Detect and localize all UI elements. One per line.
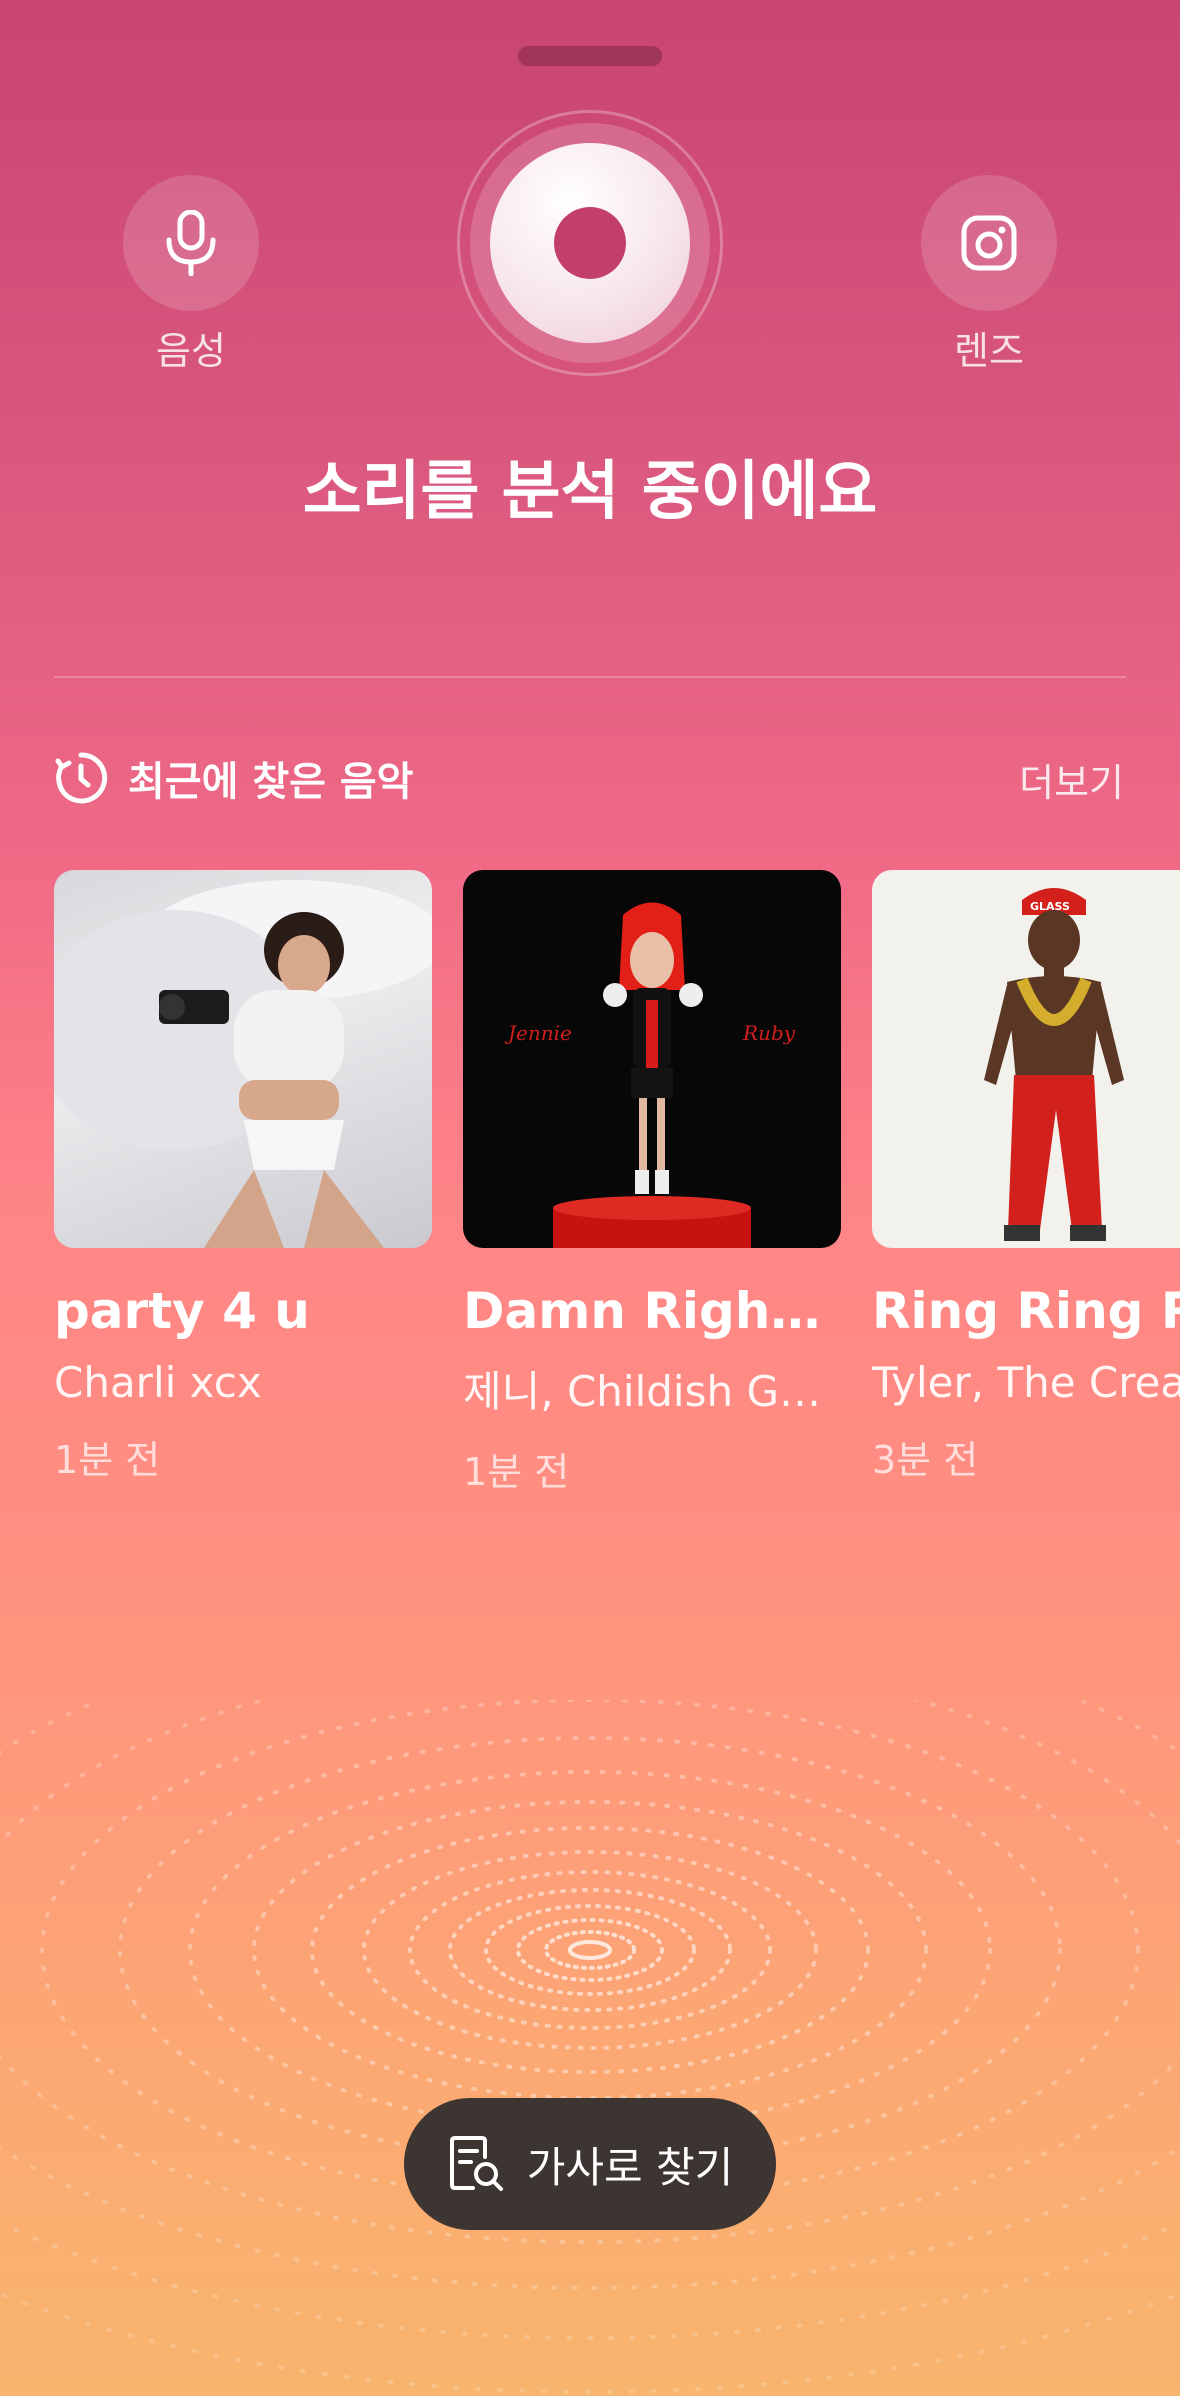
recent-item[interactable]: GLASS Ring Ring Ring Tyler, The Creator … xyxy=(872,870,1180,1484)
recent-header: 최근에 찾은 음악 xyxy=(54,748,413,808)
record-button[interactable] xyxy=(490,143,690,343)
lyrics-search-label: 가사로 찾기 xyxy=(526,2142,734,2192)
found-time: 3분 전 xyxy=(872,1438,979,1482)
more-button[interactable]: 더보기 xyxy=(1019,752,1124,807)
artist-name: Tyler, The Creator xyxy=(872,1358,1180,1407)
album-cover: GLASS xyxy=(872,870,1180,1248)
microphone-icon xyxy=(166,210,216,276)
record-icon xyxy=(554,207,626,279)
cover-right-text: Ruby xyxy=(742,1021,796,1045)
artist-name: Charli xcx xyxy=(54,1358,262,1407)
found-time: 1분 전 xyxy=(54,1438,161,1482)
song-title: Ring Ring Ring xyxy=(872,1282,1180,1340)
lens-label: 렌즈 xyxy=(954,329,1024,373)
recent-item[interactable]: party 4 u Charli xcx 1분 전 xyxy=(54,870,432,1484)
voice-search-button[interactable] xyxy=(123,175,259,311)
cover-left-text: Jennie xyxy=(504,1021,572,1045)
recent-item[interactable]: Jennie Ruby Damn Right (f... 제니, Childis… xyxy=(463,870,841,1496)
artist-name: 제니, Childish Ga... xyxy=(463,1367,841,1416)
song-title: party 4 u xyxy=(54,1282,310,1340)
sound-wave-rings xyxy=(0,1700,1180,2394)
lyrics-search-button[interactable]: 가사로 찾기 xyxy=(404,2098,776,2230)
lens-search-button[interactable] xyxy=(921,175,1057,311)
recent-title: 최근에 찾은 음악 xyxy=(128,759,414,805)
status-text: 소리를 분석 중이에요 xyxy=(302,455,878,529)
divider xyxy=(54,676,1126,678)
lens-icon xyxy=(961,215,1017,271)
found-time: 1분 전 xyxy=(463,1450,570,1494)
lyrics-search-icon xyxy=(449,2136,503,2191)
album-cover: Jennie Ruby xyxy=(463,870,841,1248)
history-icon xyxy=(55,752,108,804)
song-title: Damn Right (f... xyxy=(463,1282,841,1340)
drag-handle[interactable] xyxy=(518,46,662,66)
voice-label: 음성 xyxy=(156,329,226,373)
album-cover xyxy=(54,870,432,1248)
